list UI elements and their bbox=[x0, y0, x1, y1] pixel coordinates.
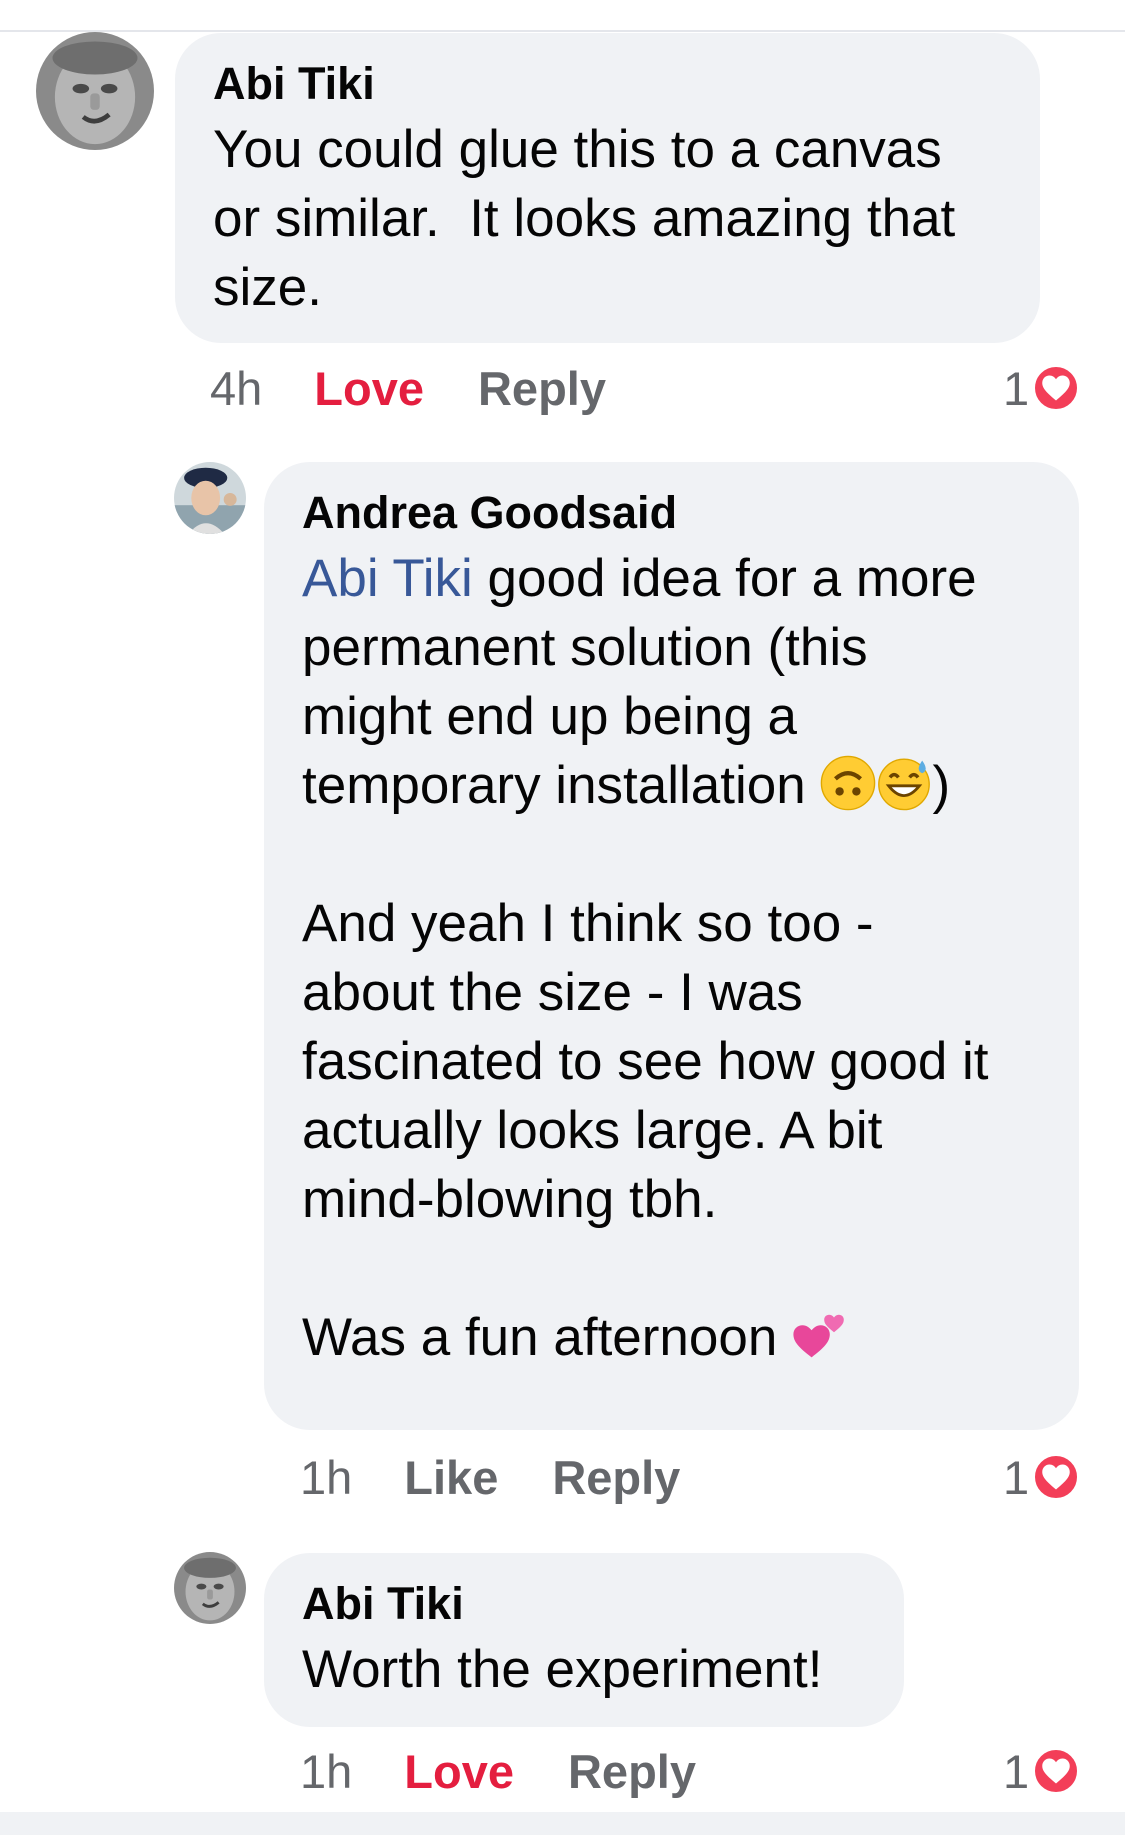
comment-time: 1h bbox=[300, 1450, 353, 1504]
statue-avatar-image bbox=[174, 1552, 246, 1624]
grinning-sweat-emoji bbox=[876, 755, 932, 811]
reply-button[interactable]: Reply bbox=[478, 361, 606, 416]
comment-time: 1h bbox=[300, 1744, 353, 1798]
reply-button[interactable]: Reply bbox=[552, 1450, 680, 1505]
comment-text: Worth the experiment! bbox=[302, 1640, 823, 1699]
reaction-summary[interactable]: 1 bbox=[1003, 358, 1082, 418]
like-button[interactable]: Like bbox=[404, 1450, 498, 1505]
comment-actions: 4h Love Reply bbox=[210, 358, 660, 418]
reaction-count: 1 bbox=[1003, 361, 1030, 415]
mention-link[interactable]: Abi Tiki bbox=[302, 549, 473, 608]
reply-button[interactable]: Reply bbox=[568, 1744, 696, 1799]
comment-bubble[interactable]: Abi Tiki You could glue this to a canvas… bbox=[175, 33, 1040, 343]
comment-actions: 1h Love Reply bbox=[300, 1741, 750, 1801]
comment-text: You could glue this to a canvas or simil… bbox=[213, 120, 956, 317]
comment-time: 4h bbox=[210, 361, 263, 415]
reaction-summary[interactable]: 1 bbox=[1003, 1447, 1082, 1507]
comment-author[interactable]: Abi Tiki bbox=[213, 57, 1002, 111]
statue-avatar-image bbox=[36, 32, 154, 150]
heart-reaction-icon bbox=[1031, 363, 1082, 413]
comment-author[interactable]: Andrea Goodsaid bbox=[302, 486, 1041, 540]
text-line1: good idea for a more bbox=[472, 549, 977, 608]
comment-text: Abi Tiki good idea for a more permanent … bbox=[302, 544, 1041, 1372]
avatar[interactable] bbox=[174, 462, 246, 534]
comment-actions: 1h Like Reply bbox=[300, 1447, 734, 1507]
love-button[interactable]: Love bbox=[314, 361, 424, 416]
person-avatar-image bbox=[174, 462, 246, 534]
avatar[interactable] bbox=[174, 1552, 246, 1624]
text-paragraph-2: And yeah I think so too - about the size… bbox=[302, 894, 989, 1229]
comment-author[interactable]: Abi Tiki bbox=[302, 1577, 866, 1631]
text-body: permanent solution (this might end up be… bbox=[302, 618, 868, 815]
reaction-count: 1 bbox=[1003, 1450, 1030, 1504]
heart-reaction-icon bbox=[1031, 1746, 1082, 1796]
reaction-summary[interactable]: 1 bbox=[1003, 1741, 1082, 1801]
text-paragraph-3: Was a fun afternoon bbox=[302, 1308, 793, 1367]
reply-bubble[interactable]: Andrea Goodsaid Abi Tiki good idea for a… bbox=[264, 462, 1079, 1430]
top-divider bbox=[0, 30, 1125, 32]
close-paren: ) bbox=[932, 756, 951, 815]
upside-down-face-emoji bbox=[820, 755, 876, 811]
love-button[interactable]: Love bbox=[404, 1744, 514, 1799]
reply-bubble[interactable]: Abi Tiki Worth the experiment! bbox=[264, 1553, 904, 1727]
reaction-count: 1 bbox=[1003, 1744, 1030, 1798]
two-hearts-emoji bbox=[792, 1307, 848, 1363]
bottom-bar bbox=[0, 1812, 1125, 1835]
heart-reaction-icon bbox=[1031, 1452, 1082, 1502]
avatar[interactable] bbox=[36, 32, 154, 150]
